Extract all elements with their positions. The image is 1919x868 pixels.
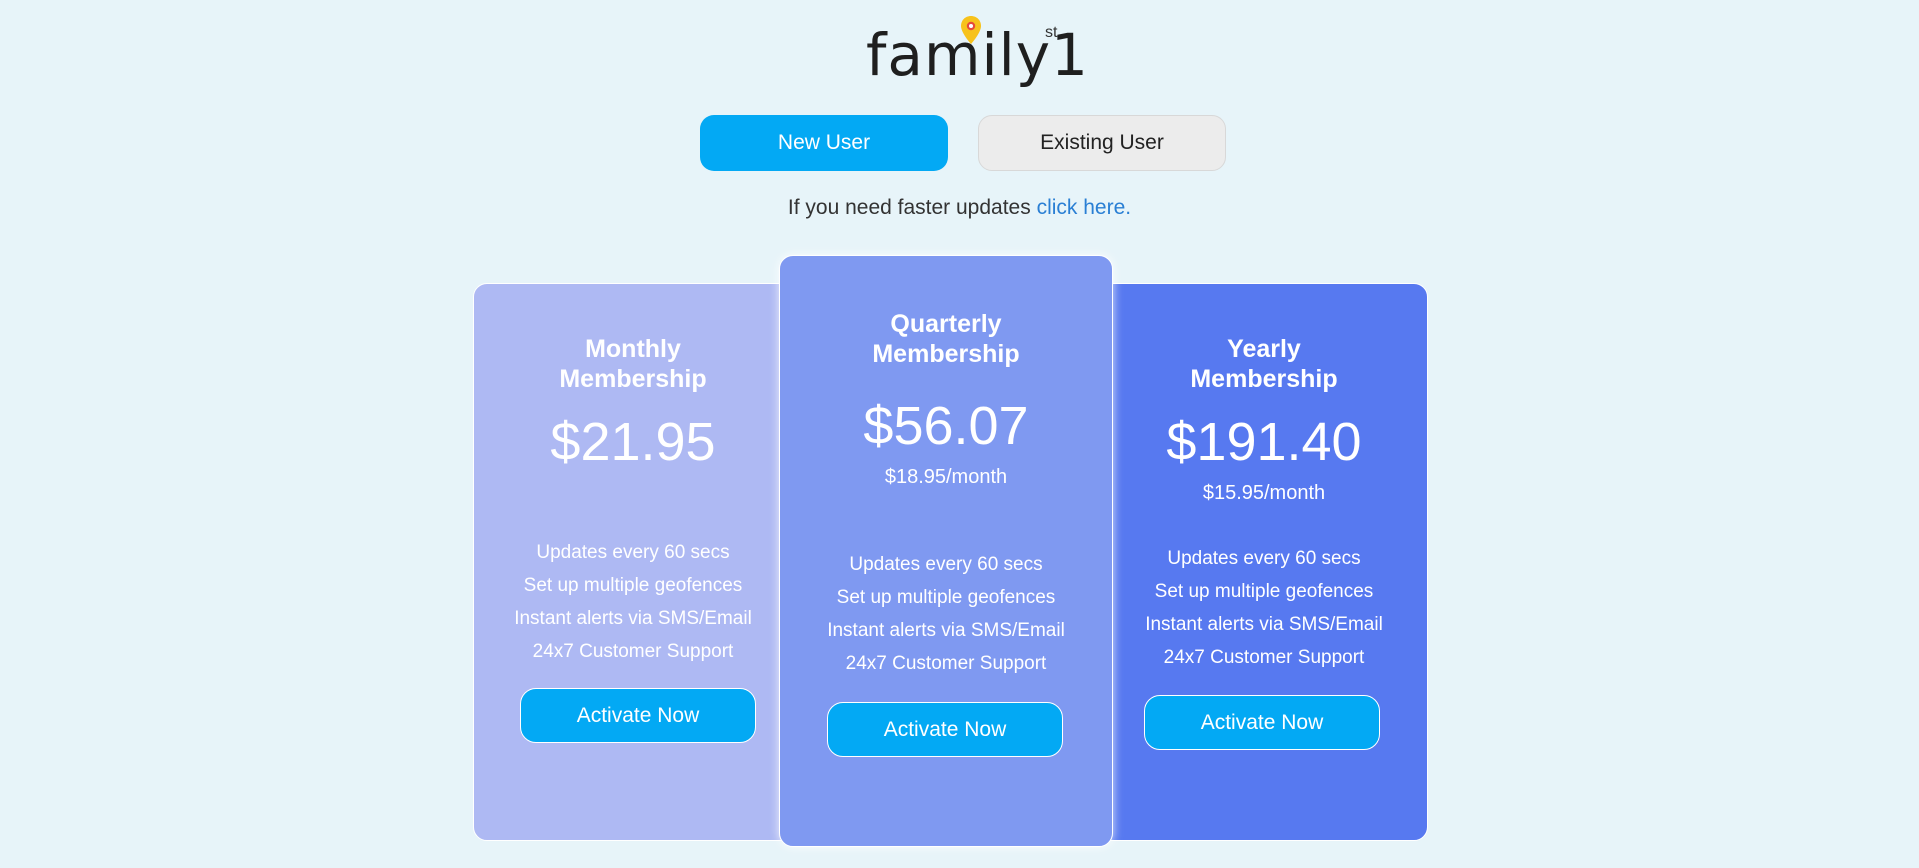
feature-item: Updates every 60 secs — [849, 554, 1043, 575]
plan-title: Yearly Membership — [1101, 334, 1427, 394]
location-pin-icon — [961, 16, 981, 44]
feature-item: Set up multiple geofences — [1154, 581, 1374, 602]
click-here-link[interactable]: click here. — [1037, 196, 1132, 219]
plan-per-month: $18.95/month — [884, 466, 1008, 488]
plan-price: $191.40 — [1166, 412, 1362, 472]
plan-title: Quarterly Membership — [780, 309, 1112, 369]
feature-item: Instant alerts via SMS/Email — [1145, 614, 1383, 635]
existing-user-tab[interactable]: Existing User — [978, 115, 1226, 171]
faster-updates-notice: If you need faster updates click here. — [0, 196, 1919, 220]
feature-item: 24x7 Customer Support — [1163, 647, 1365, 668]
feature-list: Updates every 60 secs Set up multiple ge… — [474, 536, 792, 668]
activate-now-button[interactable]: Activate Now — [827, 702, 1063, 757]
feature-item: Updates every 60 secs — [536, 542, 730, 563]
activate-now-button[interactable]: Activate Now — [520, 688, 756, 743]
plan-price: $21.95 — [550, 412, 716, 472]
logo-superscript: st — [1045, 24, 1058, 41]
plan-title-line2: Membership — [1190, 365, 1338, 393]
plan-card-yearly: Yearly Membership $191.40 $15.95/month U… — [1100, 283, 1428, 841]
plan-per-month: $15.95/month — [1202, 482, 1326, 504]
family1st-logo: family1 st — [866, 12, 1088, 92]
plan-title: Monthly Membership — [474, 334, 792, 394]
feature-list: Updates every 60 secs Set up multiple ge… — [1101, 542, 1427, 674]
feature-item: Updates every 60 secs — [1167, 548, 1361, 569]
plan-card-quarterly: Quarterly Membership $56.07 $18.95/month… — [779, 255, 1113, 847]
activate-now-button[interactable]: Activate Now — [1144, 695, 1380, 750]
feature-item: Set up multiple geofences — [523, 575, 743, 596]
user-type-tabs: New User Existing User — [700, 115, 1227, 171]
faster-updates-text: If you need faster updates — [787, 196, 1031, 219]
plan-title-line2: Membership — [559, 365, 707, 393]
feature-item: 24x7 Customer Support — [532, 641, 734, 662]
new-user-tab[interactable]: New User — [700, 115, 948, 171]
feature-item: Set up multiple geofences — [836, 587, 1056, 608]
plan-title-line1: Yearly — [1227, 335, 1301, 363]
plan-title-line2: Membership — [872, 340, 1020, 368]
plan-card-monthly: Monthly Membership $21.95 Updates every … — [473, 283, 793, 841]
plan-title-line1: Monthly — [585, 335, 681, 363]
plan-price: $56.07 — [863, 396, 1029, 456]
feature-list: Updates every 60 secs Set up multiple ge… — [780, 548, 1112, 680]
feature-item: Instant alerts via SMS/Email — [827, 620, 1065, 641]
feature-item: Instant alerts via SMS/Email — [514, 608, 752, 629]
plan-title-line1: Quarterly — [890, 310, 1002, 338]
feature-item: 24x7 Customer Support — [845, 653, 1047, 674]
